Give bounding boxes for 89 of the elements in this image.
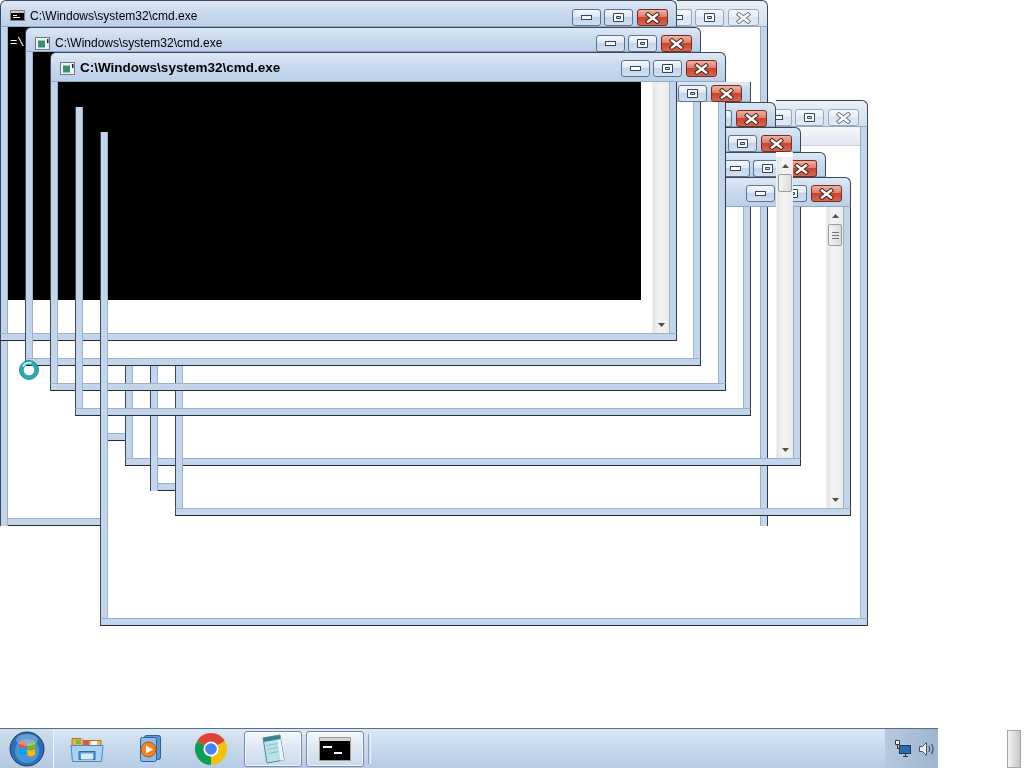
console-icon bbox=[10, 10, 25, 21]
maximize-icon bbox=[704, 13, 715, 22]
application-icon bbox=[60, 62, 75, 75]
maximize-icon bbox=[804, 113, 815, 122]
maximize-icon bbox=[613, 13, 624, 22]
minimize-icon bbox=[755, 191, 766, 196]
grip-icon bbox=[831, 231, 839, 239]
close-button[interactable] bbox=[761, 135, 792, 152]
window-title: C:\Windows\system32\cmd.exe bbox=[80, 60, 281, 76]
close-icon bbox=[645, 12, 660, 24]
maximize-button[interactable] bbox=[695, 9, 724, 26]
close-button[interactable] bbox=[661, 35, 692, 52]
title-bar[interactable]: C:\Windows\system32\cmd.exe bbox=[0, 0, 677, 27]
close-button[interactable] bbox=[736, 110, 767, 127]
maximize-button[interactable] bbox=[653, 60, 682, 77]
minimize-button[interactable] bbox=[746, 185, 775, 202]
maximize-button[interactable] bbox=[793, 185, 807, 202]
maximize-icon bbox=[662, 64, 673, 73]
maximize-button[interactable] bbox=[604, 9, 633, 26]
title-bar[interactable] bbox=[726, 127, 801, 152]
close-icon bbox=[819, 188, 834, 200]
minimize-icon bbox=[677, 15, 683, 20]
speaker-icon[interactable] bbox=[918, 740, 936, 757]
scroll-down-icon[interactable] bbox=[657, 322, 665, 327]
minimize-button[interactable] bbox=[621, 60, 650, 77]
title-bar[interactable] bbox=[677, 82, 751, 102]
scrollbar[interactable] bbox=[826, 207, 843, 508]
close-button[interactable] bbox=[637, 9, 668, 26]
title-bar[interactable]: C:\Windows\system32\cmd.exe bbox=[25, 27, 701, 52]
window-title: C:\Windows\system32\cmd.exe bbox=[30, 8, 198, 24]
close-icon bbox=[744, 113, 759, 125]
maximize-button[interactable] bbox=[795, 109, 824, 126]
application-icon bbox=[35, 37, 50, 50]
minimize-button[interactable] bbox=[677, 9, 692, 26]
close-icon bbox=[836, 112, 851, 124]
maximize-button[interactable] bbox=[678, 85, 707, 102]
scrollbar[interactable] bbox=[776, 157, 793, 458]
title-bar[interactable] bbox=[677, 0, 768, 27]
close-icon bbox=[694, 63, 709, 75]
maximize-button[interactable] bbox=[628, 35, 657, 52]
title-bar[interactable] bbox=[726, 102, 776, 127]
maximize-icon bbox=[762, 164, 773, 173]
minimize-icon bbox=[605, 41, 616, 46]
minimize-button[interactable] bbox=[776, 109, 792, 126]
close-button[interactable] bbox=[711, 85, 742, 102]
close-icon bbox=[719, 88, 734, 100]
orb-icon[interactable] bbox=[8, 730, 45, 767]
maximize-button[interactable] bbox=[726, 110, 732, 127]
title-bar[interactable] bbox=[793, 177, 851, 207]
close-icon bbox=[769, 138, 784, 150]
maximize-button[interactable] bbox=[728, 135, 757, 152]
busy-cursor-icon bbox=[19, 360, 39, 380]
network-icon[interactable] bbox=[894, 739, 912, 758]
scrollbar-thumb[interactable] bbox=[778, 174, 792, 192]
close-button[interactable] bbox=[686, 60, 717, 77]
maximize-button[interactable] bbox=[753, 160, 776, 177]
close-icon bbox=[736, 12, 751, 24]
minimize-button[interactable] bbox=[572, 9, 601, 26]
title-bar[interactable]: C:\Windows\system32\cmd.exe bbox=[50, 52, 726, 82]
window-title: C:\Windows\system32\cmd.exe bbox=[55, 35, 223, 51]
browser-icon[interactable] bbox=[194, 731, 228, 766]
title-bar[interactable] bbox=[793, 152, 826, 177]
maximize-icon bbox=[737, 139, 748, 148]
title-bar[interactable] bbox=[726, 152, 776, 177]
scroll-down-icon[interactable] bbox=[831, 497, 839, 502]
maximize-icon bbox=[637, 39, 648, 48]
terminal-icon[interactable] bbox=[319, 736, 351, 761]
close-button[interactable] bbox=[811, 185, 842, 202]
close-button[interactable] bbox=[793, 160, 817, 177]
close-icon bbox=[794, 163, 809, 175]
scrollbar-thumb[interactable] bbox=[828, 224, 842, 246]
minimize-icon bbox=[581, 15, 592, 20]
minimize-button[interactable] bbox=[726, 160, 750, 177]
scroll-down-icon[interactable] bbox=[781, 447, 789, 452]
maximize-icon bbox=[687, 89, 698, 98]
title-bar[interactable] bbox=[726, 177, 776, 207]
minimize-button[interactable] bbox=[596, 35, 625, 52]
title-bar[interactable] bbox=[776, 100, 868, 127]
minimize-icon bbox=[630, 66, 641, 71]
minimize-icon bbox=[730, 166, 741, 171]
console-text: =\ bbox=[10, 37, 25, 49]
taskbar-button[interactable] bbox=[306, 730, 364, 767]
scroll-up-icon[interactable] bbox=[781, 163, 789, 168]
maximize-icon bbox=[793, 189, 798, 198]
minimize-icon bbox=[776, 115, 783, 120]
scrollbar[interactable] bbox=[652, 82, 669, 333]
start-button[interactable] bbox=[0, 729, 54, 768]
close-icon bbox=[669, 38, 684, 50]
scroll-up-icon[interactable] bbox=[831, 213, 839, 218]
